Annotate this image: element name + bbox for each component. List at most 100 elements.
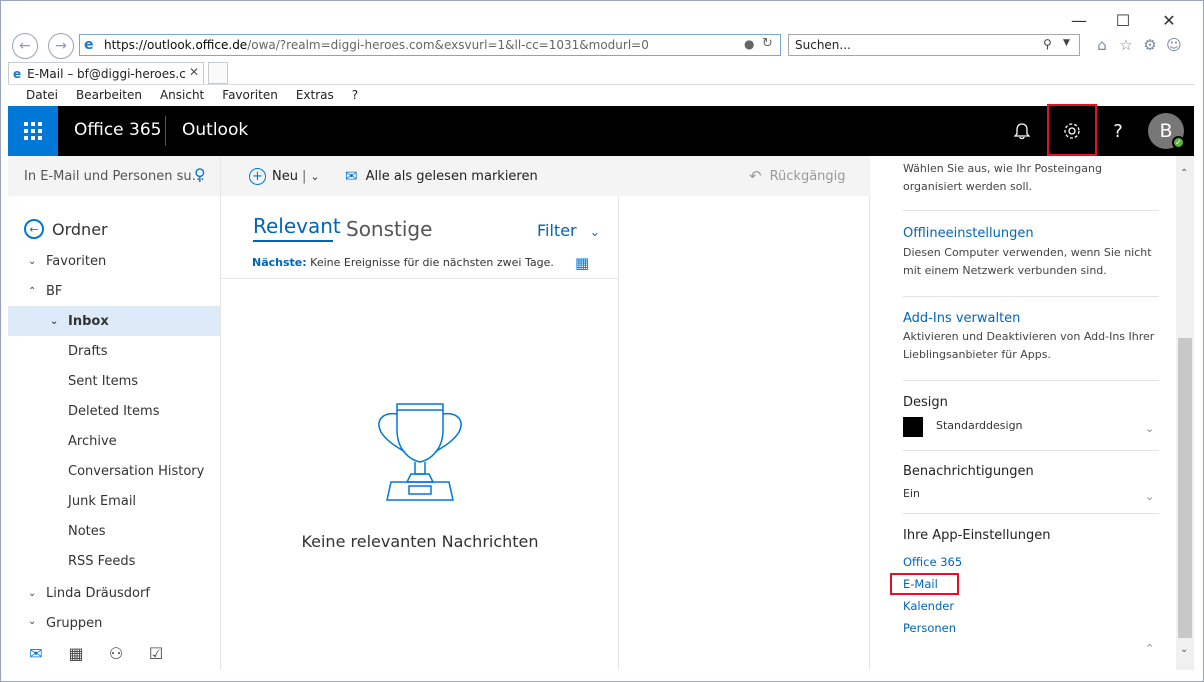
folder-inbox[interactable]: ⌄ Inbox [8,306,220,336]
tab-relevant[interactable]: Relevant [253,214,341,238]
browser-tab[interactable]: e E-Mail – bf@diggi-heroes.c ✕ [8,62,204,84]
browser-search-input[interactable]: Suchen... ⚲ ▼ [788,34,1080,56]
suite-title[interactable]: Office 365 [74,120,161,140]
favorites-star-icon[interactable]: ☆ [1116,35,1136,55]
url-text: https://outlook.office.de/owa/?realm=dig… [104,38,649,52]
module-switcher: ✉ ▦ ⚇ ☑ [8,636,221,670]
presence-icon: ✓ [1172,136,1185,149]
other-account-node[interactable]: ⌄ Linda Dräusdorf [8,578,220,608]
chevron-down-icon[interactable]: ⌄ [310,170,319,183]
notifications-button[interactable] [998,106,1046,156]
close-tab-icon[interactable]: ✕ [189,65,199,79]
search-icon[interactable]: ⚲ [1043,37,1052,51]
theme-swatch[interactable] [903,417,923,437]
upcoming-events: Nächste: Keine Ereignisse für die nächst… [252,256,554,269]
app-link-office365[interactable]: Office 365 [903,555,962,569]
folder-deleted-items[interactable]: Deleted Items [8,396,220,426]
folder-rss-feeds[interactable]: RSS Feeds [8,546,220,576]
chevron-down-icon[interactable]: ▼ [1063,38,1070,48]
design-value[interactable]: Standarddesign [936,419,1023,432]
close-icon[interactable]: ✕ [1146,8,1192,32]
header-divider [165,116,166,146]
app-link-people[interactable]: Personen [903,621,956,635]
mail-icon[interactable]: ✉ [24,643,48,663]
addins-link[interactable]: Add-Ins verwalten [903,311,1020,326]
menu-item-datei[interactable]: Datei [26,88,58,102]
tasks-icon[interactable]: ☑ [144,643,168,663]
address-bar[interactable]: e https://outlook.office.de/owa/?realm=d… [79,34,781,56]
divider [903,296,1159,297]
divider [903,450,1159,451]
folder-drafts[interactable]: Drafts [8,336,220,366]
folder-archive[interactable]: Archive [8,426,220,456]
chevron-down-icon[interactable]: ⌄ [1180,644,1188,655]
offline-settings-link[interactable]: Offlineeinstellungen [903,226,1034,241]
chevron-up-icon: ⌃ [28,285,37,297]
folder-sent-items[interactable]: Sent Items [8,366,220,396]
account-node[interactable]: ⌃ BF [8,276,220,306]
maximize-icon[interactable]: ☐ [1100,8,1146,32]
divider: | [301,168,307,184]
minimize-icon[interactable]: — [1056,8,1102,32]
tab-sonstige[interactable]: Sonstige [346,217,432,241]
design-title: Design [903,395,948,410]
app-link-calendar[interactable]: Kalender [903,599,954,613]
folder-conversation-history[interactable]: Conversation History [8,456,220,486]
empty-state-text: Keine relevanten Nachrichten [301,532,539,551]
offline-settings-desc: Diesen Computer verwenden, wenn Sie nich… [903,246,1152,277]
favorites-node[interactable]: ⌄ Favoriten [8,246,220,276]
forward-button[interactable]: → [48,33,74,59]
mark-all-read-button[interactable]: ✉ Alle als gelesen markieren [345,156,538,196]
folder-junk-email[interactable]: Junk Email [8,486,220,516]
smiley-icon[interactable]: ☺ [1164,35,1184,55]
filter-button[interactable]: Filter ⌄ [537,221,600,240]
new-button[interactable]: + Neu | ⌄ [249,156,320,196]
back-button[interactable]: ← [12,33,38,59]
undo-icon: ↶ [749,167,762,185]
undo-button[interactable]: ↶ Rückgängig [749,156,846,196]
app-title[interactable]: Outlook [182,120,248,140]
menu-item-favoriten[interactable]: Favoriten [222,88,278,102]
app-launcher-button[interactable] [8,106,58,156]
lock-icon: ● [744,37,755,51]
chevron-down-icon: ⌄ [28,616,37,627]
highlight-email-link [890,573,959,595]
divider [903,380,1159,381]
calendar-icon[interactable]: ▦ [575,254,589,272]
trophy-icon [378,403,462,501]
back-arrow-icon: ← [24,219,44,239]
folders-header[interactable]: ← Ordner [8,214,220,244]
chevron-up-icon[interactable]: ⌃ [1180,168,1188,179]
gear-icon[interactable]: ⚙ [1140,35,1160,55]
chevron-down-icon: ⌄ [589,225,600,239]
chevron-down-icon[interactable]: ⌄ [1145,490,1154,503]
highlight-settings [1047,104,1097,156]
chevron-up-icon[interactable]: ⌃ [1145,642,1154,655]
menu-item-ansicht[interactable]: Ansicht [160,88,204,102]
chevron-down-icon: ⌄ [50,315,59,327]
calendar-icon[interactable]: ▦ [64,643,88,663]
plus-icon: + [249,167,266,185]
tab-underline [253,240,333,242]
message-list: Relevant Sonstige Filter ⌄ Nächste: Kein… [221,196,619,670]
ie-icon: e [84,37,94,53]
search-icon[interactable]: ⚲ [194,165,206,184]
divider [903,513,1159,514]
help-button[interactable]: ? [1094,106,1142,156]
home-icon[interactable]: ⌂ [1092,35,1112,55]
groups-node[interactable]: ⌄ Gruppen [8,616,220,630]
chevron-down-icon[interactable]: ⌄ [1145,422,1154,435]
refresh-icon[interactable]: ↻ [762,36,773,51]
chevron-down-icon: ⌄ [28,587,37,599]
scrollbar-thumb[interactable] [1178,338,1192,638]
menu-item-bearbeiten[interactable]: Bearbeiten [76,88,142,102]
people-icon[interactable]: ⚇ [104,643,128,663]
new-tab-button[interactable] [208,62,228,84]
tab-title: E-Mail – bf@diggi-heroes.c [27,66,186,81]
menu-item-help[interactable]: ? [352,88,358,102]
menu-item-extras[interactable]: Extras [296,88,334,102]
divider [903,210,1159,211]
folder-notes[interactable]: Notes [8,516,220,546]
mail-search-input[interactable]: In E-Mail und Personen su… ⚲ [8,156,220,196]
notifications-value[interactable]: Ein [903,487,920,500]
